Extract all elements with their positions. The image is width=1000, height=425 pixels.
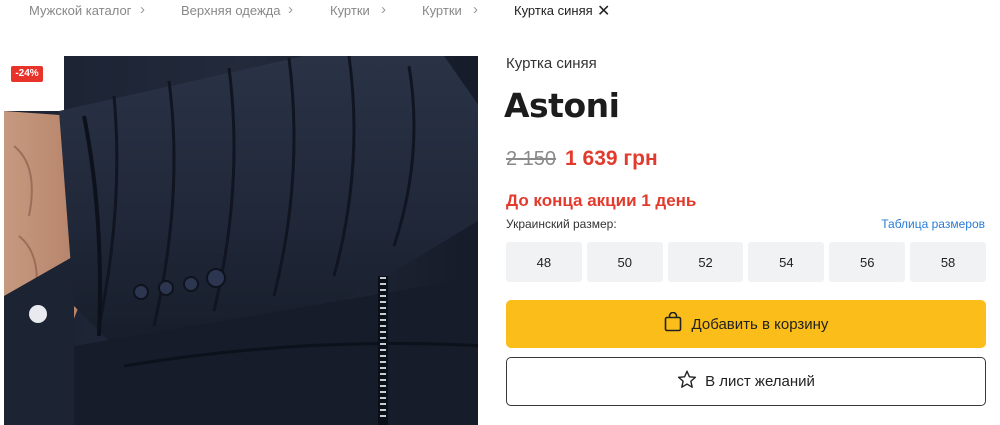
product-subtitle: Куртка синяя [506,55,597,72]
old-price: 2 150 [506,148,557,170]
size-option-48[interactable]: 48 [506,242,582,282]
breadcrumb: Мужской каталог › Верхняя одежда › Куртк… [0,0,1000,26]
breadcrumb-current: Куртка синяя [514,3,593,18]
product-brand: Astoni [504,86,620,125]
jacket-photo-illustration [4,56,486,425]
size-option-54[interactable]: 54 [748,242,825,282]
chevron-right-icon: › [473,1,478,18]
promo-countdown: До конца акции 1 день [506,191,697,210]
size-selector: 48 50 52 54 56 58 [506,242,986,282]
size-table-link[interactable]: Таблица размеров [881,217,985,231]
size-option-58[interactable]: 58 [910,242,986,282]
breadcrumb-item-outerwear[interactable]: Верхняя одежда [181,3,280,18]
product-image[interactable] [4,56,486,425]
add-to-wishlist-label: В лист желаний [705,373,815,390]
new-price: 1 639 грн [565,147,658,170]
add-to-cart-button[interactable]: Добавить в корзину [506,300,986,348]
add-to-wishlist-button[interactable]: В лист желаний [506,357,986,406]
discount-badge: -24% [11,66,43,82]
size-option-56[interactable]: 56 [829,242,906,282]
chevron-right-icon: › [140,1,145,18]
size-option-50[interactable]: 50 [586,242,663,282]
close-icon[interactable]: ✕ [597,1,610,21]
size-label: Украинский размер: [506,217,617,231]
chevron-right-icon: › [288,1,293,18]
size-option-52[interactable]: 52 [667,242,744,282]
star-icon [677,370,697,394]
shopping-bag-icon [664,311,682,337]
breadcrumb-item-jackets[interactable]: Куртки [330,3,370,18]
add-to-cart-label: Добавить в корзину [691,315,829,333]
breadcrumb-item-mens-catalog[interactable]: Мужской каталог [29,3,131,18]
breadcrumb-item-jackets-sub[interactable]: Куртки [422,3,462,18]
chevron-right-icon: › [381,1,386,18]
